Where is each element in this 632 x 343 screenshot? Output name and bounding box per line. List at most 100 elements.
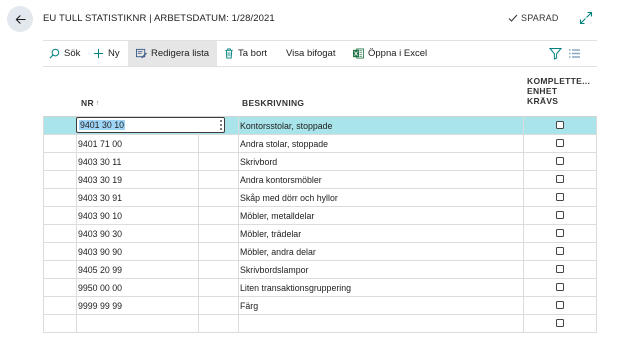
nr-cell[interactable]: 9403 90 90 [78, 243, 122, 260]
column-header-description[interactable]: BESKRIVNING [242, 98, 304, 108]
grid-line [238, 243, 239, 260]
grid-line [43, 171, 44, 188]
new-button[interactable]: Ny [93, 41, 120, 66]
description-cell[interactable]: Färg [240, 297, 258, 314]
description-cell[interactable]: Skåp med dörr och hyllor [240, 189, 338, 206]
table-row[interactable]: 9403 30 11 Skrivbord [43, 153, 597, 171]
nr-cell[interactable]: 9403 30 19 [78, 171, 122, 188]
grid-line [238, 279, 239, 296]
table-row[interactable]: 9999 99 99 Färg [43, 297, 597, 315]
grid-line [238, 261, 239, 278]
grid-line [523, 135, 524, 152]
grid-line [596, 297, 597, 314]
description-cell[interactable]: Möbler, trädelar [240, 225, 301, 242]
open-excel-button[interactable]: Öppna i Excel [353, 41, 427, 66]
grid-line [523, 279, 524, 296]
table-row[interactable]: 9403 90 10 Möbler, metalldelar [43, 207, 597, 225]
grid-line [76, 261, 77, 278]
grid-line [198, 315, 199, 332]
nr-edit-field[interactable]: 9401 30 10 [76, 117, 225, 133]
table-row-selected[interactable]: 9401 30 10 Kontorsstolar, stoppade [43, 117, 597, 135]
complete-unit-required-checkbox[interactable] [556, 193, 564, 201]
grid-line [596, 315, 597, 332]
nr-cell[interactable]: 9403 90 10 [78, 207, 122, 224]
description-cell[interactable]: Kontorsstolar, stoppade [240, 117, 332, 134]
complete-unit-required-checkbox[interactable] [556, 319, 564, 327]
edit-list-icon [136, 48, 147, 59]
grid-line [596, 261, 597, 278]
description-cell[interactable]: Möbler, metalldelar [240, 207, 314, 224]
table-row[interactable] [43, 315, 597, 333]
nr-cell[interactable]: 9403 30 91 [78, 189, 122, 206]
complete-unit-required-checkbox[interactable] [556, 229, 564, 237]
grid-line [523, 297, 524, 314]
complete-unit-required-checkbox[interactable] [556, 265, 564, 273]
description-cell[interactable]: Andra stolar, stoppade [240, 135, 328, 152]
nr-cell[interactable]: 9403 30 11 [78, 153, 121, 170]
grid-line [198, 135, 199, 152]
nr-cell[interactable]: 9401 71 00 [78, 135, 122, 152]
grid-line [43, 261, 44, 278]
complete-unit-required-checkbox[interactable] [556, 301, 564, 309]
complete-unit-required-checkbox[interactable] [556, 175, 564, 183]
table-row[interactable]: 9405 20 99 Skrivbordslampor [43, 261, 597, 279]
column-header-complete-unit-required[interactable]: KOMPLETTE... ENHET KRÄVS [527, 76, 590, 106]
back-button[interactable] [7, 6, 33, 32]
description-cell[interactable]: Liten transaktionsgruppering [240, 279, 351, 296]
column-complete-line2: ENHET [527, 86, 558, 96]
description-cell[interactable]: Skrivbordslampor [240, 261, 308, 278]
grid-line [198, 207, 199, 224]
nr-cell[interactable]: 9950 00 00 [78, 279, 122, 296]
grid-line [238, 171, 239, 188]
grid-line [596, 243, 597, 260]
grid-line [238, 117, 239, 134]
grid-line [596, 117, 597, 134]
delete-button[interactable]: Ta bort [224, 41, 267, 66]
table-row[interactable]: 9950 00 00 Liten transaktionsgruppering [43, 279, 597, 297]
table-row[interactable]: 9403 90 90 Möbler, andra delar [43, 243, 597, 261]
table-row[interactable]: 9403 90 30 Möbler, trädelar [43, 225, 597, 243]
table-row[interactable]: 9403 30 19 Andra kontorsmöbler [43, 171, 597, 189]
grid-line [523, 117, 524, 134]
grid-line [43, 243, 44, 260]
grid-line [238, 153, 239, 170]
grid-line [198, 297, 199, 314]
complete-unit-required-checkbox[interactable] [556, 157, 564, 165]
table-row[interactable]: 9403 30 91 Skåp med dörr och hyllor [43, 189, 597, 207]
trash-icon [225, 48, 233, 59]
nr-cell[interactable]: 9999 99 99 [78, 297, 122, 314]
grid-line [76, 189, 77, 206]
grid-line [43, 315, 44, 332]
delete-label: Ta bort [238, 48, 268, 59]
checkmark-icon [508, 14, 518, 22]
row-actions-icon[interactable] [217, 119, 225, 131]
search-button[interactable]: Sök [49, 41, 80, 66]
complete-unit-required-checkbox[interactable] [556, 283, 564, 291]
grid-line [238, 225, 239, 242]
description-cell[interactable]: Andra kontorsmöbler [240, 171, 322, 188]
description-cell[interactable]: Skrivbord [240, 153, 277, 170]
grid-line [238, 189, 239, 206]
nr-cell[interactable]: 9403 90 30 [78, 225, 122, 242]
description-cell[interactable]: Möbler, andra delar [240, 243, 316, 260]
grid-line [43, 189, 44, 206]
table-row[interactable]: 9401 71 00 Andra stolar, stoppade [43, 135, 597, 153]
edit-list-button[interactable]: Redigera lista [128, 41, 218, 66]
filter-icon[interactable] [549, 47, 562, 60]
grid-line [523, 243, 524, 260]
list-view-icon[interactable] [568, 47, 581, 60]
column-nr-label: NR [81, 98, 94, 108]
show-attached-button[interactable]: Visa bifogat [286, 41, 335, 66]
grid-line [43, 297, 44, 314]
complete-unit-required-checkbox[interactable] [556, 211, 564, 219]
nr-cell[interactable]: 9405 20 99 [78, 261, 122, 278]
data-grid: 9401 30 10 Kontorsstolar, stoppade 9401 71… [43, 116, 597, 333]
expand-icon[interactable] [579, 11, 593, 25]
grid-line [523, 207, 524, 224]
complete-unit-required-checkbox[interactable] [556, 247, 564, 255]
complete-unit-required-checkbox[interactable] [556, 139, 564, 147]
grid-line [523, 225, 524, 242]
complete-unit-required-checkbox[interactable] [556, 121, 564, 129]
column-header-nr[interactable]: NR ↑ [81, 98, 100, 108]
grid-line [43, 207, 44, 224]
